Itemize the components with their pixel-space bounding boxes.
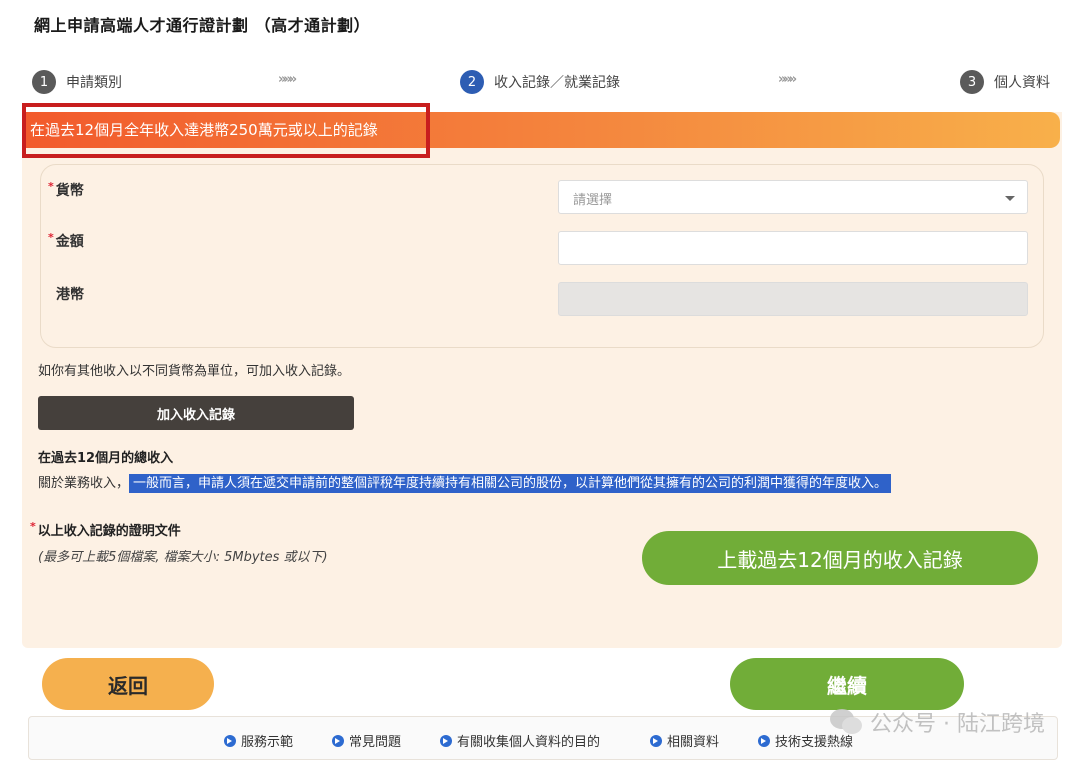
step-number-1: 1 (32, 70, 56, 94)
step-number-2: 2 (460, 70, 484, 94)
chevron-right-icon: »»» (778, 72, 797, 87)
arrow-circle-icon (332, 734, 344, 747)
supporting-documents-title: * 以上收入記錄的證明文件 (30, 520, 181, 539)
watermark-text: 公众号 · 陆江跨境 (870, 712, 1045, 737)
watermark: 公众号 · 陆江跨境 (830, 706, 1045, 738)
upload-limit-note: (最多可上載5個檔案, 檔案大小: 5Mbytes 或以下) (38, 550, 328, 565)
footer-link-faq[interactable]: 常見問題 (332, 731, 401, 750)
continue-button[interactable]: 繼續 (730, 658, 964, 710)
arrow-circle-icon (224, 734, 236, 747)
selected-text: 一般而言，申請人須在遞交申請前的整個評稅年度持續持有相關公司的股份，以計算他們從… (129, 474, 892, 493)
footer-link-service-demo[interactable]: 服務示範 (224, 731, 293, 750)
wechat-icon (830, 707, 864, 737)
step-3: 3 個人資料 (960, 68, 1050, 96)
chevron-down-icon (1005, 196, 1015, 201)
page-title: 網上申請高端人才通行證計劃 （高才通計劃） (34, 16, 371, 35)
step-2: 2 收入記錄／就業記錄 (460, 68, 620, 96)
arrow-circle-icon (650, 734, 662, 747)
back-button[interactable]: 返回 (42, 658, 214, 710)
multi-currency-hint: 如你有其他收入以不同貨幣為單位，可加入收入記錄。 (38, 364, 351, 379)
annotation-highlight-box (22, 103, 430, 158)
step-1: 1 申請類別 (32, 68, 122, 96)
footer-link-personal-data-purpose[interactable]: 有關收集個人資料的目的 (440, 731, 600, 750)
step-number-3: 3 (960, 70, 984, 94)
amount-input[interactable] (558, 231, 1028, 265)
arrow-circle-icon (758, 734, 770, 747)
step-indicator: 1 申請類別 »»» 2 收入記錄／就業記錄 »»» 3 個人資料 (32, 68, 1052, 98)
currency-label: * 貨幣 (48, 180, 84, 199)
total-income-title: 在過去12個月的總收入 (38, 451, 174, 466)
hkd-label: 港幣 (56, 287, 84, 303)
add-income-record-button[interactable]: 加入收入記錄 (38, 396, 354, 430)
amount-label: * 金額 (48, 231, 84, 250)
chevron-right-icon: »»» (278, 72, 297, 87)
currency-select[interactable]: 請選擇 (558, 180, 1028, 214)
footer-link-related-info[interactable]: 相關資料 (650, 731, 719, 750)
step-label-2: 收入記錄／就業記錄 (494, 75, 620, 91)
step-label-1: 申請類別 (66, 75, 122, 91)
step-label-3: 個人資料 (994, 75, 1050, 91)
arrow-circle-icon (440, 734, 452, 747)
hkd-amount-field (558, 282, 1028, 316)
upload-income-records-button[interactable]: 上載過去12個月的收入記錄 (642, 531, 1038, 585)
business-income-description: 關於業務收入， 一般而言，申請人須在遞交申請前的整個評稅年度持續持有相關公司的股份… (38, 472, 892, 493)
